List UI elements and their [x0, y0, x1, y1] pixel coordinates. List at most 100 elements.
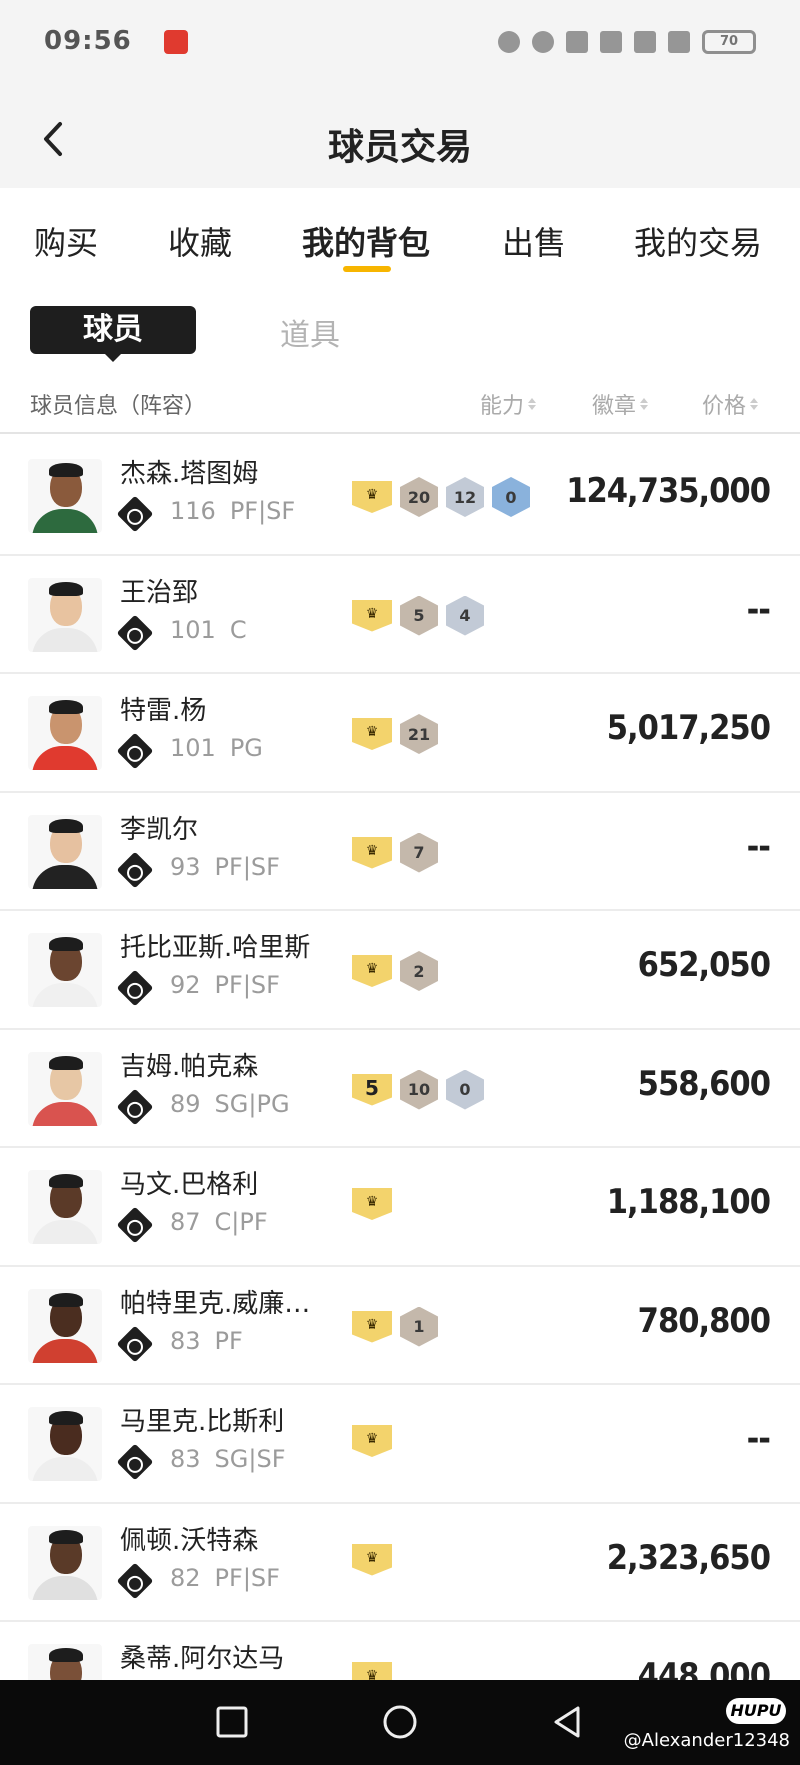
player-name: 马里克.比斯利	[120, 1407, 285, 1437]
player-rating: 89	[170, 1089, 201, 1118]
player-meta: 82 PF|SF	[170, 1564, 280, 1592]
tab-my-backpack[interactable]: 我的背包	[302, 218, 430, 264]
segment-players[interactable]: 球员	[30, 306, 196, 354]
player-avatar	[28, 459, 102, 533]
player-meta: 93 PF|SF	[170, 853, 280, 881]
player-price: 1,188,100	[606, 1182, 771, 1222]
mute-icon	[532, 31, 554, 53]
player-list: 杰森.塔图姆 116 PF|SF ♛ 20 12 0 124,735,000 王治郅 101 C ♛ 5…	[0, 437, 800, 1741]
badge-hexagon-icon: 21	[400, 714, 438, 754]
player-rating: 92	[170, 971, 201, 999]
watermark-username: @Alexander12348	[623, 1730, 790, 1751]
player-positions: SG|PG	[214, 1089, 290, 1118]
team-logo-icon	[116, 1562, 154, 1599]
wifi-icon	[668, 31, 690, 53]
team-logo-icon	[116, 969, 154, 1007]
player-row[interactable]: 杰森.塔图姆 116 PF|SF ♛ 20 12 0 124,735,000	[0, 437, 800, 556]
player-name: 马文.巴格利	[120, 1170, 259, 1200]
player-badges: ♛	[352, 1188, 392, 1220]
tab-sell[interactable]: 出售	[502, 218, 566, 264]
player-rating: 87	[170, 1208, 201, 1236]
tab-favorites[interactable]: 收藏	[168, 218, 232, 264]
sort-arrows-icon	[528, 398, 537, 410]
sort-ability-label: 能力	[480, 394, 525, 419]
tab-my-trades[interactable]: 我的交易	[634, 218, 762, 264]
crown-icon: ♛	[352, 1543, 392, 1576]
crown-icon: ♛	[352, 836, 392, 869]
player-row[interactable]: 李凯尔 93 PF|SF ♛ 7 --	[0, 793, 800, 911]
player-rating: 82	[170, 1563, 201, 1592]
player-price: --	[746, 589, 771, 630]
player-row[interactable]: 帕特里克.威廉… 83 PF ♛ 1 780,800	[0, 1267, 800, 1385]
player-badges: 5 10 0	[352, 1069, 484, 1110]
system-nav-bar: HUPU @Alexander12348	[0, 1680, 800, 1765]
home-button[interactable]	[378, 1700, 422, 1744]
badge-hexagon-icon: 7	[400, 832, 438, 873]
player-badges: ♛ 7	[352, 832, 438, 873]
badge-hexagon-icon: 4	[446, 595, 484, 636]
crown-icon: 5	[352, 1073, 392, 1106]
player-row[interactable]: 马里克.比斯利 83 SG|SF ♛ --	[0, 1385, 800, 1504]
sort-badge[interactable]: 徽章	[592, 388, 649, 420]
player-positions: SG|SF	[214, 1445, 286, 1473]
tab-buy[interactable]: 购买	[34, 218, 98, 264]
player-price: 558,600	[637, 1063, 771, 1104]
tab-bar: 购买 收藏 我的背包 出售 我的交易	[0, 188, 800, 288]
status-bar: 09:56 70	[0, 0, 800, 90]
sort-ability[interactable]: 能力	[480, 388, 537, 420]
player-badges: ♛ 21	[352, 714, 438, 754]
status-time: 09:56	[44, 26, 132, 56]
player-meta: 101 C	[170, 616, 247, 644]
back-nav-button[interactable]	[546, 1700, 590, 1744]
player-price: 124,735,000	[566, 471, 771, 511]
player-row[interactable]: 马文.巴格利 87 C|PF ♛ 1,188,100	[0, 1148, 800, 1267]
crown-icon: ♛	[352, 599, 392, 632]
player-row[interactable]: 特雷.杨 101 PG ♛ 21 5,017,250	[0, 674, 800, 793]
crown-icon: ♛	[352, 1310, 392, 1343]
player-row[interactable]: 王治郅 101 C ♛ 5 4 --	[0, 556, 800, 674]
app-notification-icon	[164, 30, 188, 54]
player-avatar	[28, 1051, 102, 1126]
player-row[interactable]: 托比亚斯.哈里斯 92 PF|SF ♛ 2 652,050	[0, 911, 800, 1030]
battery-icon: 70	[702, 30, 756, 54]
player-name: 吉姆.帕克森	[120, 1051, 259, 1082]
player-positions: C	[229, 615, 247, 644]
triangle-back-icon	[554, 1706, 580, 1738]
crown-icon: ♛	[352, 955, 392, 987]
player-price: 5,017,250	[606, 708, 771, 748]
player-avatar	[28, 1407, 102, 1481]
crown-icon: ♛	[352, 718, 392, 750]
team-logo-icon	[116, 732, 154, 770]
player-price: 2,323,650	[606, 1537, 771, 1578]
player-row[interactable]: 佩顿.沃特森 82 PF|SF ♛ 2,323,650	[0, 1504, 800, 1622]
player-positions: PF	[214, 1326, 243, 1355]
header: 球员交易	[0, 90, 800, 188]
player-price: --	[746, 1419, 771, 1459]
crown-icon: ♛	[352, 1425, 392, 1457]
player-row[interactable]: 吉姆.帕克森 89 SG|PG 5 10 0 558,600	[0, 1030, 800, 1148]
player-avatar	[28, 696, 102, 770]
player-badges: ♛ 5 4	[352, 595, 484, 636]
player-price: --	[746, 826, 771, 867]
player-meta: 89 SG|PG	[170, 1090, 290, 1118]
team-logo-icon	[116, 1088, 154, 1125]
column-headers: 球员信息（阵容） 能力 徽章 价格	[0, 378, 800, 434]
recent-apps-button[interactable]	[210, 1700, 254, 1744]
player-positions: PG	[229, 734, 263, 762]
team-logo-icon	[116, 1206, 154, 1244]
player-meta: 83 SG|SF	[170, 1445, 286, 1473]
player-avatar	[28, 1170, 102, 1244]
player-name: 帕特里克.威廉…	[120, 1288, 311, 1319]
hd-icon	[600, 31, 622, 53]
player-rating: 101	[170, 615, 216, 644]
page-title: 球员交易	[327, 127, 472, 168]
sort-arrows-icon	[640, 398, 649, 410]
player-name: 杰森.塔图姆	[120, 459, 259, 489]
active-tab-indicator	[343, 266, 391, 272]
team-logo-icon	[116, 851, 154, 888]
sort-price[interactable]: 价格	[702, 388, 759, 420]
team-logo-icon	[116, 1325, 154, 1362]
player-name: 托比亚斯.哈里斯	[120, 933, 311, 963]
badge-hexagon-icon: 12	[446, 477, 484, 517]
segment-items[interactable]: 道具	[280, 310, 340, 354]
